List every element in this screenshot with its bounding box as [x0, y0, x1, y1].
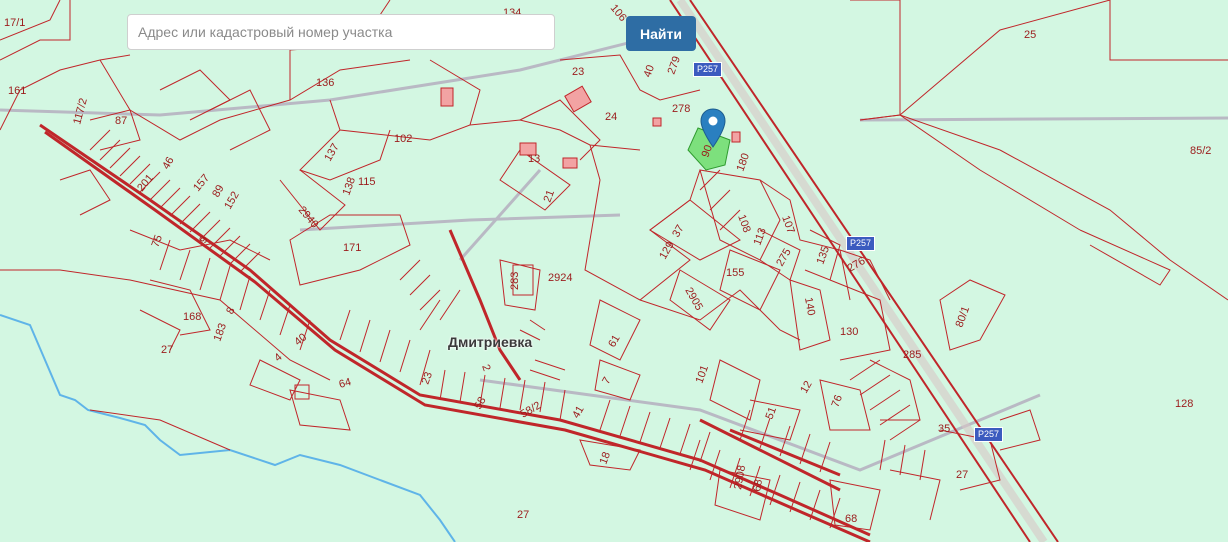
buildings [294, 85, 741, 400]
parcel-number-label: 102 [394, 133, 412, 145]
parcel-number-label: 40 [292, 331, 309, 348]
parcel-number-label: 155 [726, 267, 744, 279]
parcel-number-label: 279 [666, 55, 684, 76]
parcel-number-label: 89 [210, 183, 227, 200]
parcel-number-label: 40 [642, 63, 657, 79]
parcel-number-label: 51 [764, 405, 779, 421]
parcel-number-label: 80/1 [954, 305, 973, 329]
parcel-number-label: 23 [572, 66, 584, 78]
parcel-number-label: 129 [657, 240, 677, 262]
parcel-number-label: 17/1 [4, 17, 25, 29]
parcel-number-label: 2 [479, 363, 492, 373]
village-label: Дмитриевка [448, 334, 533, 350]
parcel-number-label: 183 [212, 322, 230, 343]
parcel-number-label: 68 [751, 478, 765, 492]
map-canvas: 17/1 134 106 25 161 117/2 87 136 23 40 2… [0, 0, 1228, 542]
parcel-number-label: 168 [183, 311, 201, 323]
parcel-number-label: 35 [938, 423, 950, 435]
road-number-badge: Р257 [974, 427, 1004, 442]
search-input[interactable] [127, 14, 555, 50]
parcel-number-label: 180 [735, 152, 753, 173]
parcel-number-label: 27 [956, 469, 968, 481]
parcel-number-label: 136 [316, 77, 334, 89]
parcel-number-label: 278 [672, 103, 690, 115]
search-button[interactable]: Найти [626, 16, 696, 51]
parcel-number-label: 283 [509, 272, 521, 290]
parcel-number-label: 2905 [682, 286, 705, 313]
parcel-number-label: 61 [606, 333, 623, 350]
parcel-number-label: 128 [1175, 398, 1193, 410]
parcel-number-label: 140 [802, 296, 817, 316]
parcel-number-label: 18 [598, 450, 613, 466]
parcel-number-label: 21 [542, 188, 557, 204]
parcel-number-label: 7 [600, 375, 613, 386]
parcel-number-label: 101 [694, 364, 712, 385]
parcel-number-label: 76 [830, 393, 845, 409]
parcel-number-label: 152 [222, 190, 242, 212]
parcel-number-label: 25 [1024, 29, 1036, 41]
road-number-badge: Р257 [846, 236, 876, 251]
road-number-badge: Р257 [693, 62, 723, 77]
parcel-number-label: 41 [570, 404, 587, 421]
parcel-number-label: 130 [840, 326, 858, 338]
parcel-number-label: 58 [472, 395, 489, 412]
parcel-number-label: 85/2 [1190, 145, 1211, 157]
parcel-number-label: 12 [798, 379, 815, 396]
parcel-boundaries [0, 0, 1228, 531]
parcel-number-label: 138 [341, 176, 359, 197]
parcel-number-label: 161 [8, 85, 26, 97]
parcel-number-label: 115 [358, 176, 376, 188]
parcel-number-label: 285 [903, 349, 921, 361]
parcel-number-label: 68 [845, 513, 857, 525]
parcel-number-label: 64 [338, 376, 353, 391]
parcel-number-label: 2924 [548, 272, 572, 284]
parcel-number-label: 113 [752, 226, 769, 247]
parcel-number-label: 108 [735, 213, 753, 234]
parcel-number-label: 75 [150, 233, 165, 249]
parcel-number-label: 135 [815, 245, 833, 266]
parcel-number-label: 157 [191, 172, 212, 194]
parcel-number-label: 46 [160, 155, 177, 172]
parcel-number-label: 87 [115, 115, 127, 127]
parcel-number-label: 13 [528, 153, 540, 165]
parcel-number-label: 275 [774, 247, 794, 269]
parcel-number-label: 27 [161, 344, 173, 356]
parcel-number-label: 37 [670, 223, 687, 240]
river [0, 314, 456, 542]
parcel-number-label: 8 [224, 305, 237, 316]
cadastral-map[interactable]: 17/1 134 106 25 161 117/2 87 136 23 40 2… [0, 0, 1228, 542]
parcel-number-label: 24 [605, 111, 617, 123]
parcel-number-label: 171 [343, 242, 361, 254]
parcel-number-label: 23 [420, 370, 435, 386]
parcel-number-label: 27 [517, 509, 529, 521]
